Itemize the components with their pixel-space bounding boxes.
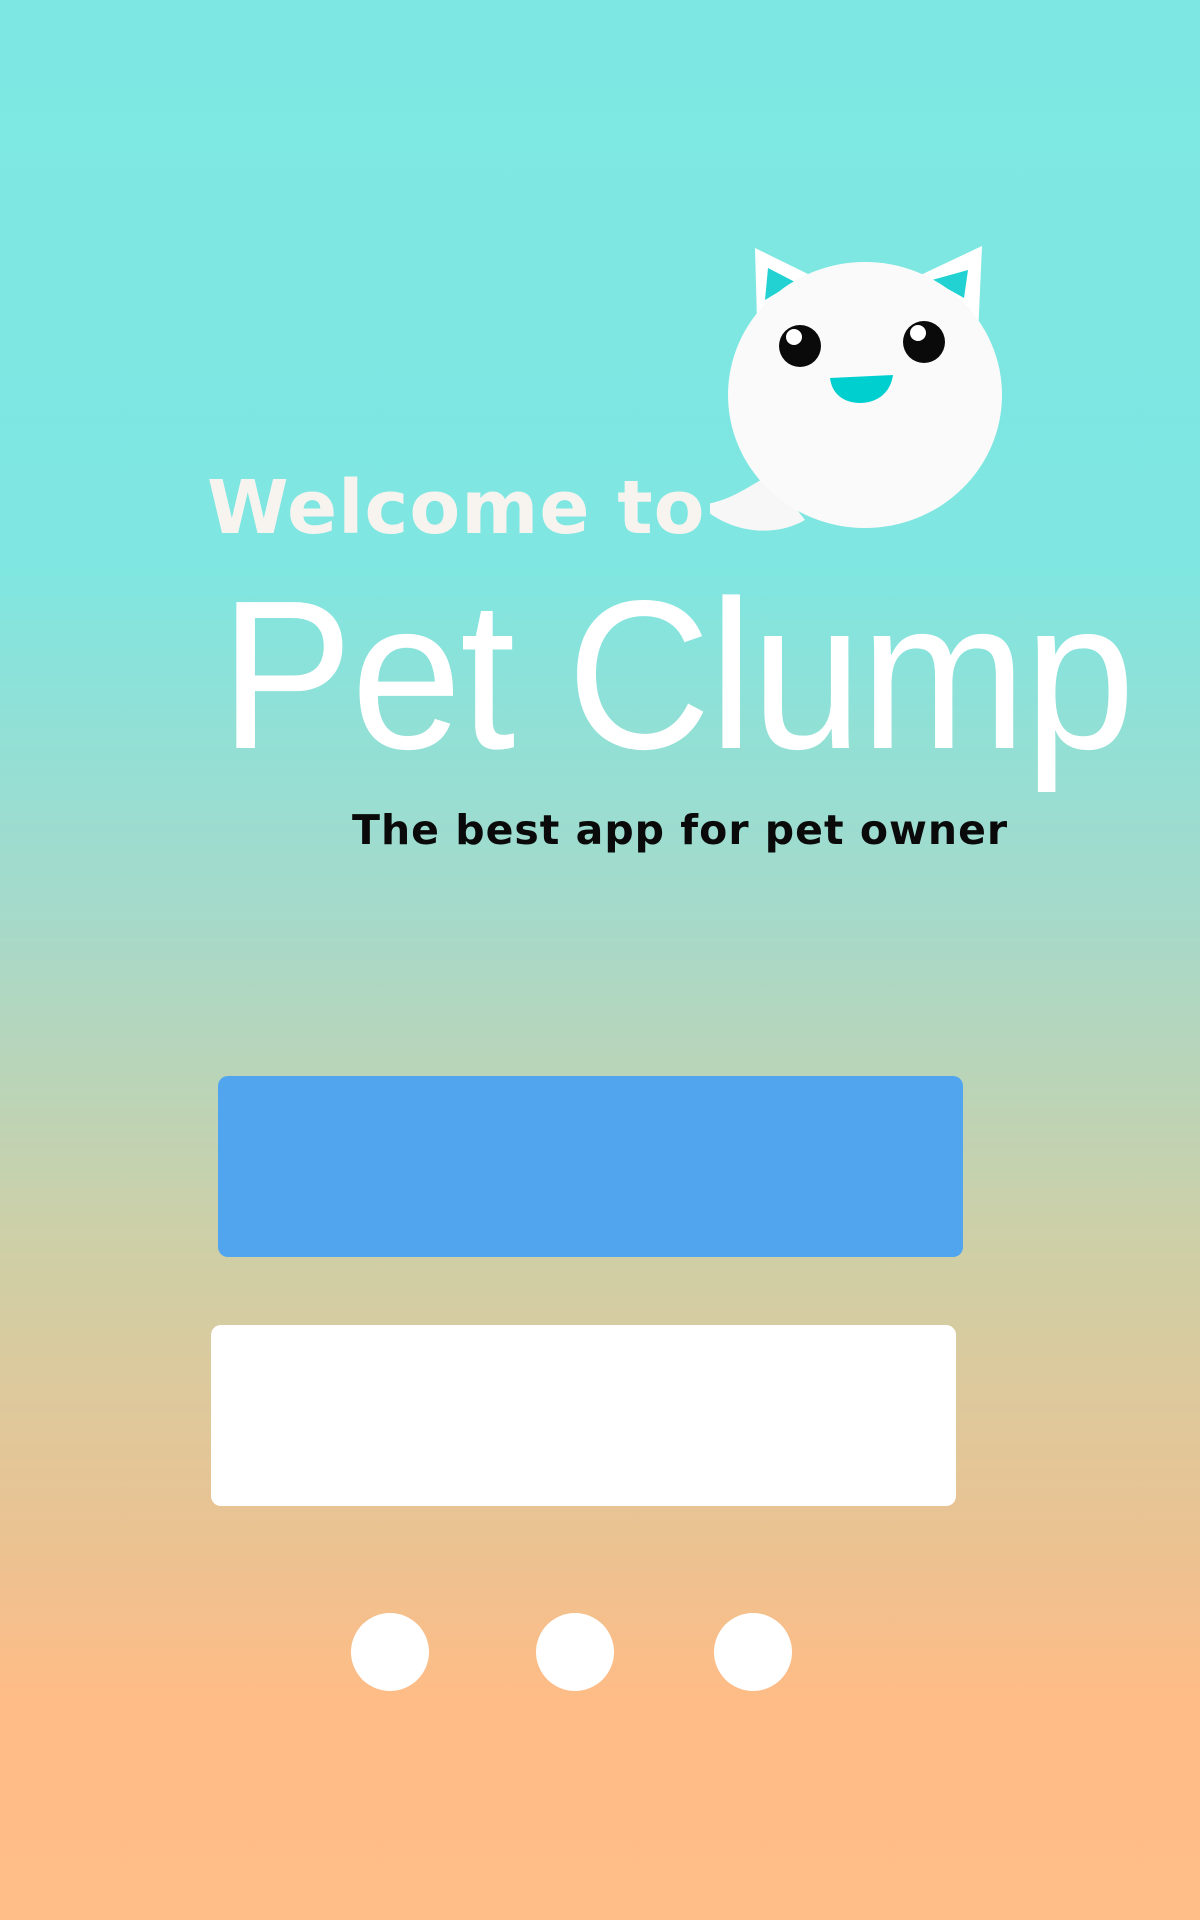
right-eye <box>903 321 945 363</box>
tagline: The best app for pet owner <box>352 806 1009 854</box>
left-eye-glint <box>786 329 802 345</box>
right-eye-glint <box>910 325 926 341</box>
cat-speech-bubble-icon <box>710 246 1002 531</box>
page-dot-1[interactable] <box>351 1613 429 1691</box>
left-eye <box>779 325 821 367</box>
primary-action-button[interactable] <box>218 1076 963 1257</box>
page-dot-2[interactable] <box>536 1613 614 1691</box>
app-name-logo: Pet Clump <box>220 556 1135 793</box>
page-indicator <box>0 1613 1200 1693</box>
secondary-action-button[interactable] <box>211 1325 956 1506</box>
welcome-heading: Welcome to <box>207 465 706 551</box>
page-dot-3[interactable] <box>714 1613 792 1691</box>
